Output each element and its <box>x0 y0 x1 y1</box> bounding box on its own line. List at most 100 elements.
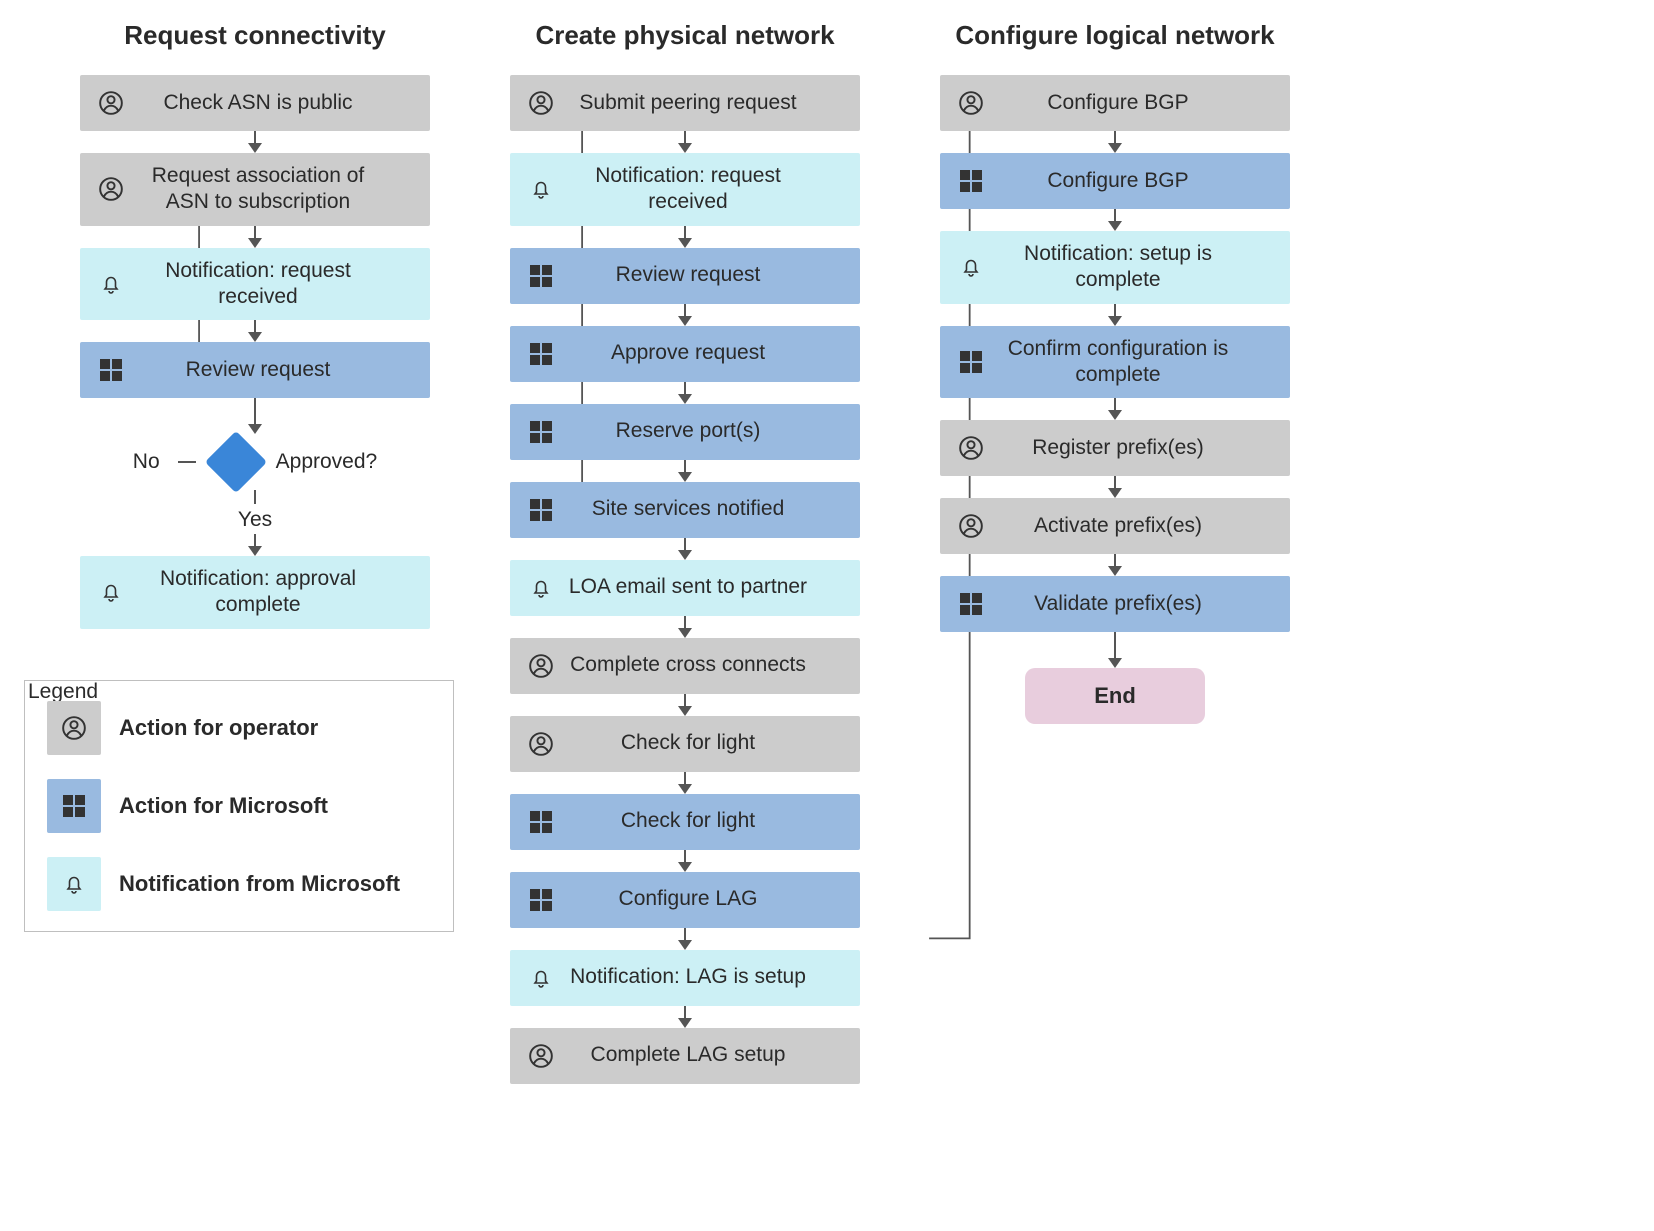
bell-icon <box>954 250 988 284</box>
bell-icon <box>94 575 128 609</box>
column-configure-logical-network: Configure logical network Configure BGP … <box>940 20 1290 724</box>
step-review-request: Review request <box>80 342 430 398</box>
decision-no-label: No <box>133 450 160 474</box>
step-request-association: Request association of ASN to subscripti… <box>80 153 430 226</box>
step-label: Notification: approval complete <box>134 566 416 619</box>
step-check-light-microsoft: Check for light <box>510 794 860 850</box>
microsoft-icon <box>954 345 988 379</box>
step-notify-received: Notification: request received <box>80 248 430 321</box>
step-label: Complete cross connects <box>564 652 846 678</box>
legend-row-microsoft: Action for Microsoft <box>47 779 431 833</box>
user-icon <box>47 701 101 755</box>
legend-label: Action for operator <box>119 715 318 741</box>
step-register-prefixes: Register prefix(es) <box>940 420 1290 476</box>
bell-icon <box>94 267 128 301</box>
user-icon <box>954 431 988 465</box>
step-label: Check ASN is public <box>134 90 416 116</box>
legend-label: Action for Microsoft <box>119 793 328 819</box>
user-icon <box>524 649 558 683</box>
step-label: Configure BGP <box>994 168 1276 194</box>
step-label: Notification: request received <box>564 163 846 216</box>
microsoft-icon <box>524 415 558 449</box>
arrow-down-icon <box>1114 632 1116 668</box>
user-icon <box>954 509 988 543</box>
step-label: Notification: LAG is setup <box>564 964 846 990</box>
arrow-down-icon <box>1114 209 1116 231</box>
arrow-down-icon <box>684 772 686 794</box>
step-label: Check for light <box>564 730 846 756</box>
column-title: Request connectivity <box>124 20 386 51</box>
microsoft-icon <box>524 337 558 371</box>
bell-icon <box>524 961 558 995</box>
step-label: Review request <box>564 262 846 288</box>
arrow-down-icon <box>254 534 256 556</box>
user-icon <box>954 86 988 120</box>
end-node: End <box>1025 668 1205 724</box>
step-notify-lag-setup: Notification: LAG is setup <box>510 950 860 1006</box>
arrow-down-icon <box>684 304 686 326</box>
step-label: Notification: request received <box>134 258 416 311</box>
step-configure-bgp-microsoft: Configure BGP <box>940 153 1290 209</box>
arrow-down-icon <box>254 320 256 342</box>
step-label: Submit peering request <box>564 90 846 116</box>
legend-row-operator: Action for operator <box>47 701 431 755</box>
microsoft-icon <box>524 259 558 293</box>
arrow-down-icon <box>254 398 256 434</box>
step-label: Complete LAG setup <box>564 1042 846 1068</box>
arrow-down-icon <box>684 850 686 872</box>
step-label: Check for light <box>564 808 846 834</box>
legend-row-notify: Notification from Microsoft <box>47 857 431 911</box>
decision-question: Approved? <box>276 450 378 474</box>
arrow-down-icon <box>684 382 686 404</box>
step-label: Review request <box>134 357 416 383</box>
step-validate-prefixes: Validate prefix(es) <box>940 576 1290 632</box>
microsoft-icon <box>524 805 558 839</box>
step-label: Request association of ASN to subscripti… <box>134 163 416 216</box>
legend-label: Notification from Microsoft <box>119 871 400 897</box>
microsoft-icon <box>524 493 558 527</box>
microsoft-icon <box>94 353 128 387</box>
step-configure-bgp-operator: Configure BGP <box>940 75 1290 131</box>
step-notify-setup-complete: Notification: setup is complete <box>940 231 1290 304</box>
step-label: Validate prefix(es) <box>994 591 1276 617</box>
arrow-down-icon <box>1114 304 1116 326</box>
column-create-physical-network: Create physical network Submit peering r… <box>510 20 860 1084</box>
column-request-connectivity: Request connectivity Check ASN is public… <box>80 20 430 629</box>
line-icon <box>254 490 256 504</box>
bell-icon <box>47 857 101 911</box>
step-reserve-ports: Reserve port(s) <box>510 404 860 460</box>
user-icon <box>94 172 128 206</box>
step-complete-lag-setup: Complete LAG setup <box>510 1028 860 1084</box>
user-icon <box>524 1039 558 1073</box>
line-icon <box>178 461 196 463</box>
user-icon <box>524 727 558 761</box>
step-loa-email: LOA email sent to partner <box>510 560 860 616</box>
legend: Action for operator Action for Microsoft… <box>24 680 454 932</box>
step-label: Notification: setup is complete <box>994 241 1276 294</box>
microsoft-icon <box>47 779 101 833</box>
step-notify-approval: Notification: approval complete <box>80 556 430 629</box>
arrow-down-icon <box>684 226 686 248</box>
microsoft-icon <box>954 164 988 198</box>
arrow-down-icon <box>684 616 686 638</box>
step-label: Reserve port(s) <box>564 418 846 444</box>
arrow-down-icon <box>1114 398 1116 420</box>
step-label: Activate prefix(es) <box>994 513 1276 539</box>
step-complete-cross-connects: Complete cross connects <box>510 638 860 694</box>
step-submit-peering: Submit peering request <box>510 75 860 131</box>
step-label: Configure LAG <box>564 886 846 912</box>
column-title: Configure logical network <box>955 20 1274 51</box>
step-label: Approve request <box>564 340 846 366</box>
arrow-down-icon <box>1114 476 1116 498</box>
microsoft-icon <box>954 587 988 621</box>
user-icon <box>524 86 558 120</box>
step-label: Confirm configuration is complete <box>994 336 1276 389</box>
arrow-down-icon <box>684 1006 686 1028</box>
step-confirm-configuration: Confirm configuration is complete <box>940 326 1290 399</box>
step-label: LOA email sent to partner <box>564 574 846 600</box>
step-label: Configure BGP <box>994 90 1276 116</box>
arrow-down-icon <box>1114 131 1116 153</box>
bell-icon <box>524 571 558 605</box>
decision-yes-label: Yes <box>238 508 272 532</box>
arrow-down-icon <box>684 131 686 153</box>
